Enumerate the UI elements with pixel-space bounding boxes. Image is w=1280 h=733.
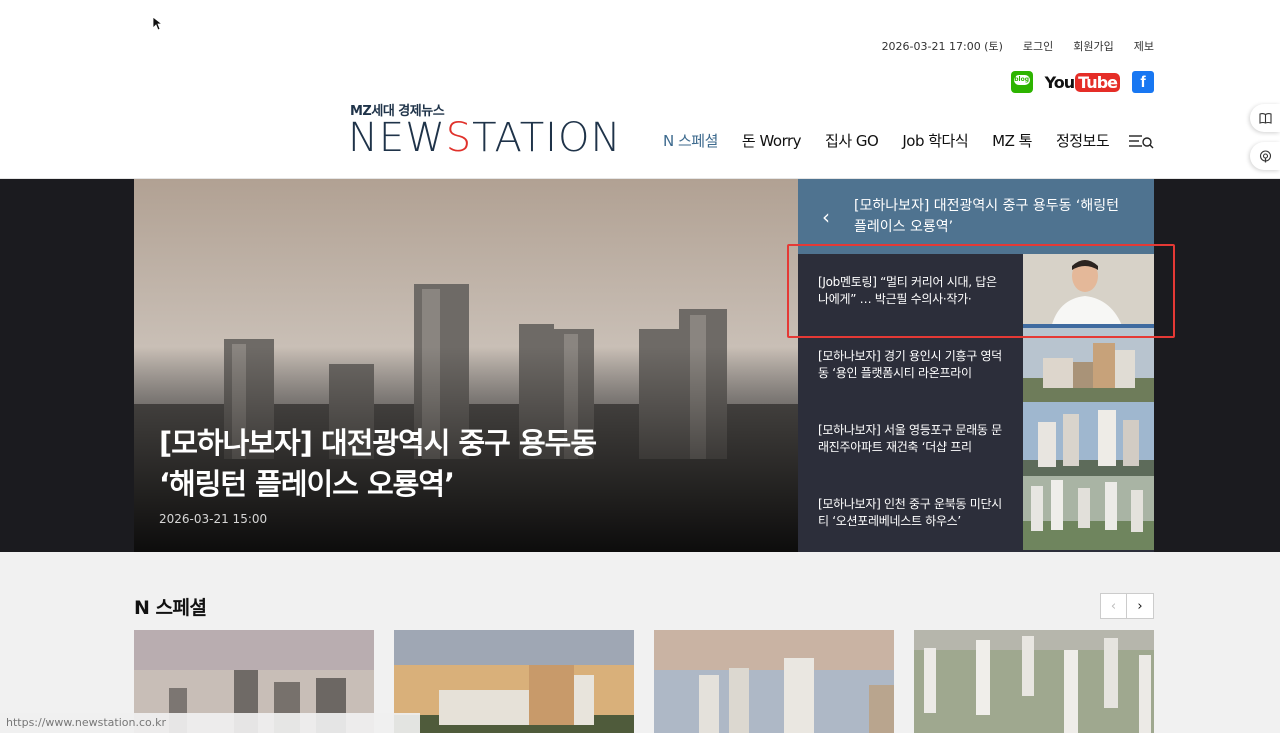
hero-date: 2026-03-21 15:00 [159, 512, 268, 526]
logo-text-tation: TATION [472, 115, 622, 161]
hero-title[interactable]: [모하나보자] 대전광역시 중구 용두동 ‘해링턴 플레이스 오룡역’ [159, 423, 779, 505]
social-links: You Tube f [1010, 71, 1154, 93]
hero-side-list: ‹ [모하나보자] 대전광역시 중구 용두동 ‘해링턴 플레이스 오룡역’ [J… [798, 179, 1154, 552]
mouse-cursor-icon [152, 16, 164, 31]
signup-link[interactable]: 회원가입 [1073, 38, 1113, 54]
youtube-tube-text: Tube [1075, 72, 1120, 92]
nav-item-job[interactable]: Job 학다식 [902, 130, 968, 151]
hero-main-article[interactable]: [모하나보자] 대전광역시 중구 용두동 ‘해링턴 플레이스 오룡역’ 2026… [134, 179, 799, 552]
hero-title-line2: ‘해링턴 플레이스 오룡역’ [159, 467, 455, 501]
logo-text-s: S [445, 115, 473, 161]
hero-side-header-title: [모하나보자] 대전광역시 중구 용두동 ‘해링턴 플레이스 오룡역’ [854, 197, 1120, 235]
menu-search-icon[interactable] [1128, 133, 1156, 149]
nav-item-money-worry[interactable]: 돈 Worry [742, 130, 802, 151]
card-thumbnail-image[interactable] [394, 630, 634, 733]
card-thumbnail-image[interactable] [654, 630, 894, 733]
current-datetime: 2026-03-21 17:00 (토) [881, 40, 1003, 53]
list-item[interactable]: [모하나보자] 서울 영등포구 문래동 문래진주아파트 재건축 ‘더샵 프리 [798, 402, 1154, 476]
hero-title-line1: [모하나보자] 대전광역시 중구 용두동 [159, 426, 597, 460]
next-button[interactable]: › [1127, 593, 1154, 619]
thumbnail-apartment-image [1023, 328, 1154, 402]
nav-item-mz-talk[interactable]: MZ 톡 [992, 130, 1032, 151]
highlight-box [787, 244, 1175, 338]
logo-text-new: NEW [348, 115, 446, 161]
section-title: N 스페셜 [134, 597, 207, 619]
login-link[interactable]: 로그인 [1023, 38, 1053, 54]
podcast-icon[interactable] [1250, 142, 1280, 170]
list-item[interactable]: [모하나보자] 경기 용인시 기흥구 영덕동 ‘용인 플랫폼시티 라온프라이 [798, 328, 1154, 402]
youtube-icon[interactable]: You Tube [1044, 72, 1120, 92]
card-thumbnail-image[interactable] [914, 630, 1154, 733]
hero-side-header[interactable]: ‹ [모하나보자] 대전광역시 중구 용두동 ‘해링턴 플레이스 오룡역’ [798, 179, 1154, 254]
list-item-title: [모하나보자] 경기 용인시 기흥구 영덕동 ‘용인 플랫폼시티 라온프라이 [818, 349, 1002, 380]
top-utility-bar: 2026-03-21 17:00 (토) 로그인 회원가입 제보 [882, 38, 1154, 54]
site-logo[interactable]: NEWSTATION [348, 116, 621, 160]
status-bar-url: https://www.newstation.co.kr [0, 713, 420, 733]
chevron-left-icon[interactable]: ‹ [798, 205, 854, 229]
list-item[interactable]: [모하나보자] 인천 중구 운북동 미단시티 ‘오션포레베네스트 하우스’ [798, 476, 1154, 550]
facebook-icon[interactable]: f [1132, 71, 1154, 93]
prev-button[interactable]: ‹ [1100, 593, 1127, 619]
thumbnail-apartment-image [1023, 402, 1154, 476]
list-item-title: [모하나보자] 서울 영등포구 문래동 문래진주아파트 재건축 ‘더샵 프리 [818, 423, 1002, 454]
book-icon[interactable] [1250, 104, 1280, 132]
list-item-title: [모하나보자] 인천 중구 운북동 미단시티 ‘오션포레베네스트 하우스’ [818, 497, 1002, 528]
thumbnail-apartment-image [1023, 476, 1154, 550]
nav-item-n-special[interactable]: N 스페셜 [663, 130, 718, 151]
section-pager: ‹ › [1100, 593, 1154, 619]
youtube-you-text: You [1044, 72, 1075, 92]
main-nav: N 스페셜 돈 Worry 집사 GO Job 학다식 MZ 톡 정정보도 [663, 130, 1110, 151]
nav-item-correction[interactable]: 정정보도 [1056, 130, 1110, 151]
nav-item-jipsa-go[interactable]: 집사 GO [825, 130, 879, 151]
report-link[interactable]: 제보 [1134, 38, 1154, 54]
blog-icon[interactable] [1010, 71, 1033, 93]
